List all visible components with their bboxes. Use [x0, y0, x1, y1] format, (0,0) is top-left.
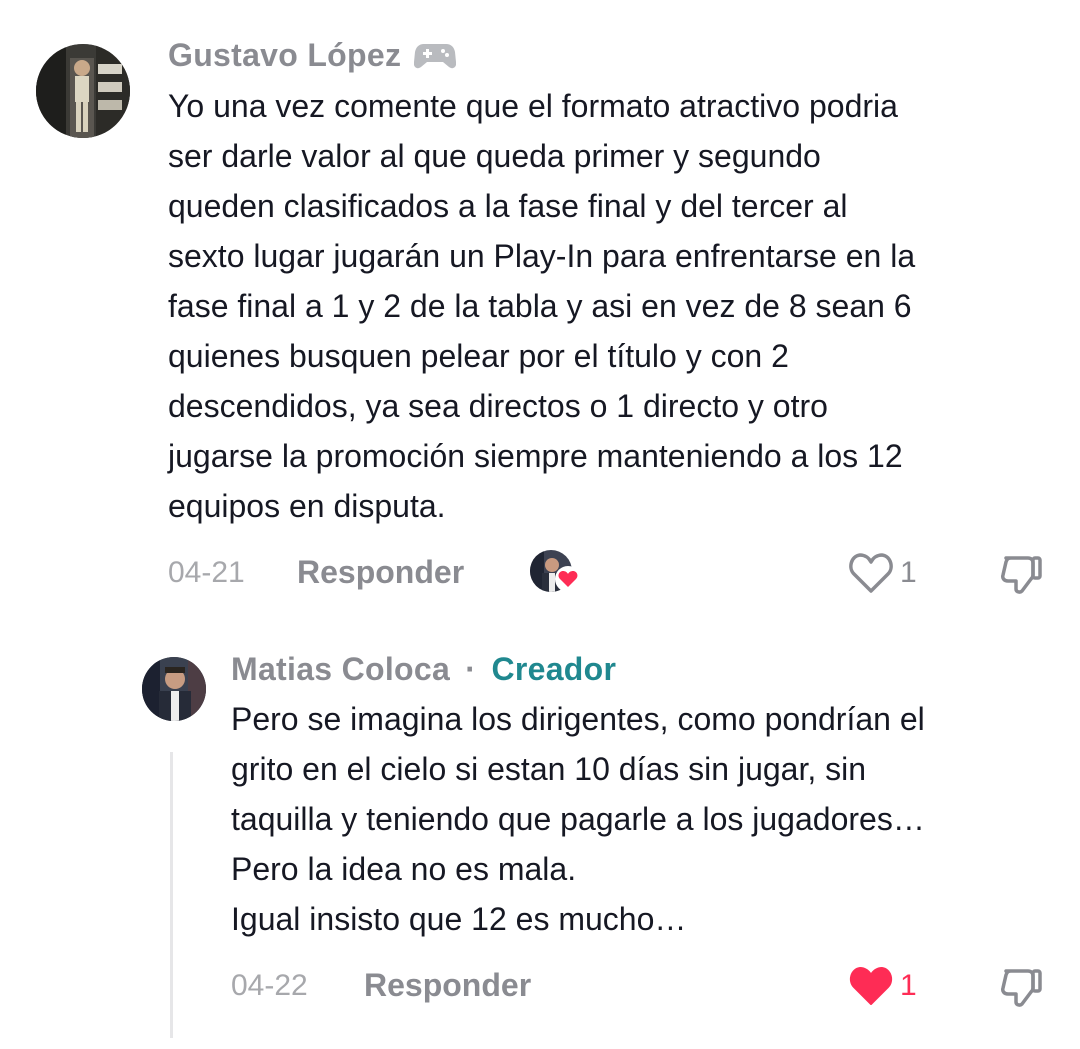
gamepad-icon: [414, 40, 457, 78]
comment-actions: 04-22 Responder 1: [0, 961, 1080, 1011]
avatar-photo: [142, 657, 206, 721]
author-name: Matias Coloca: [231, 651, 451, 687]
creator-badge: Creador: [491, 651, 617, 687]
avatar-photo: [36, 44, 130, 138]
dislike-button[interactable]: [998, 963, 1044, 1009]
thumbs-down-icon: [1001, 556, 1042, 594]
body-line: equipos en disputa.: [168, 488, 446, 524]
body-line: quienes busquen pelear por el título y c…: [168, 338, 789, 374]
body-line: fase final a 1 y 2 de la tabla y asi en …: [168, 288, 912, 324]
body-line: Yo una vez comente que el formato atract…: [168, 88, 898, 124]
comment-date: 04-22: [231, 969, 308, 1002]
thumbs-down-icon: [1001, 969, 1042, 1007]
heart-outline-icon: [849, 553, 893, 593]
comment-actions: 04-21 Responder 1: [0, 548, 1080, 598]
body-line: jugarse la promoción siempre manteniendo…: [168, 438, 903, 474]
body-line: descendidos, ya sea directos o 1 directo…: [168, 388, 828, 424]
like-count: 1: [900, 969, 917, 1002]
avatar-matias[interactable]: [142, 657, 206, 721]
body-line: Pero se imagina los dirigentes, como pon…: [231, 701, 925, 737]
comment-author[interactable]: Gustavo López: [168, 37, 457, 78]
reply-button[interactable]: Responder: [297, 554, 464, 591]
comment-body: Yo una vez comente que el formato atract…: [168, 81, 915, 531]
comment-body: Pero se imagina los dirigentes, como pon…: [231, 694, 925, 944]
reply-button[interactable]: Responder: [364, 967, 531, 1004]
separator-dot: ·: [465, 651, 477, 687]
body-line: grito en el cielo si estan 10 días sin j…: [231, 751, 867, 787]
comment-author[interactable]: Matias Coloca · Creador: [231, 651, 616, 688]
body-line: taquilla y teniendo que pagarle a los ju…: [231, 801, 925, 837]
like-count: 1: [900, 556, 917, 589]
dislike-button[interactable]: [998, 550, 1044, 596]
avatar-gustavo[interactable]: [36, 44, 130, 138]
heart-badge-icon: [555, 566, 581, 592]
body-line: ser darle valor al que queda primer y se…: [168, 138, 821, 174]
body-line: sexto lugar jugarán un Play-In para enfr…: [168, 238, 916, 274]
author-name: Gustavo López: [168, 37, 402, 73]
body-line: Igual insisto que 12 es mucho…: [231, 901, 687, 937]
comment-date: 04-21: [168, 556, 245, 589]
like-button[interactable]: 1: [848, 551, 917, 595]
like-button[interactable]: 1: [848, 964, 917, 1008]
heart-filled-icon: [849, 967, 893, 1005]
body-line: Pero la idea no es mala.: [231, 851, 577, 887]
body-line: queden clasificados a la fase final y de…: [168, 188, 848, 224]
